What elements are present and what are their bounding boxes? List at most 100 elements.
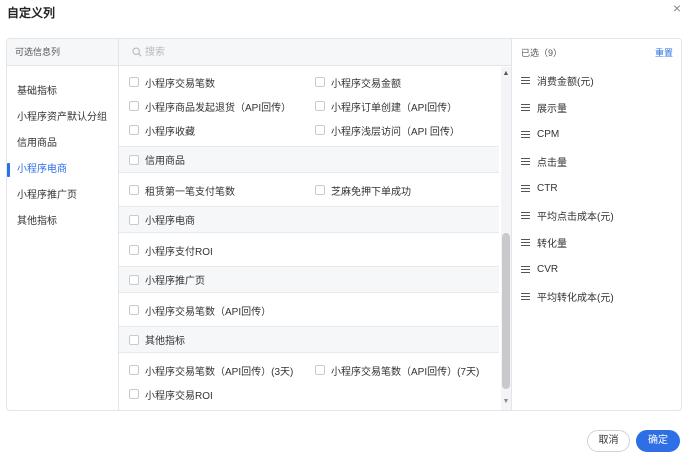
option-label: 小程序交易笔数（API回传）(3天) xyxy=(145,366,294,378)
options-section: 小程序交易笔数 小程序交易金额小程序商品发起退货（API回传） 小程序订单创建（AP… xyxy=(129,67,499,144)
checkbox[interactable] xyxy=(129,245,139,255)
option-label: 小程序交易笔数（API回传） xyxy=(145,306,272,318)
option-checkbox-item[interactable]: 芝麻免押下单成功 xyxy=(315,183,495,198)
options-column: 小程序交易笔数 小程序交易金额小程序商品发起退货（API回传） 小程序订单创建（AP… xyxy=(119,39,512,410)
drag-handle-icon[interactable] xyxy=(521,130,530,139)
selected-item-label: CVR xyxy=(537,264,559,275)
selected-item[interactable]: 消费金额(元) xyxy=(512,67,681,94)
scrollbar-thumb[interactable] xyxy=(502,233,510,389)
option-group-header[interactable]: 其他指标 xyxy=(119,326,499,353)
options-section: 小程序交易笔数（API回传）(3天) 小程序交易笔数（API回传）(7天) 小程序交… xyxy=(129,355,499,408)
group-label: 信用商品 xyxy=(145,156,185,167)
option-label: 租赁第一笔支付笔数 xyxy=(145,186,235,198)
option-group-header[interactable]: 小程序推广页 xyxy=(119,266,499,293)
vertical-scrollbar[interactable]: ▲ ▼ xyxy=(501,67,511,410)
option-checkbox-item[interactable]: 小程序收藏 xyxy=(129,123,315,138)
option-label: 芝麻免押下单成功 xyxy=(331,186,411,198)
category-item[interactable]: 信用商品 xyxy=(7,131,118,157)
option-checkbox-item[interactable]: 小程序交易金额 xyxy=(315,75,495,90)
option-row: 小程序交易笔数（API回传）(3天) 小程序交易笔数（API回传）(7天) xyxy=(129,358,499,382)
selected-list: 消费金额(元) 展示量 CPM 点击量 CTR 平均点击成本(元) 转化量 CVR 平均转化成本… xyxy=(512,66,681,310)
category-item[interactable]: 小程序资产默认分组 xyxy=(7,105,118,131)
options-grid: 小程序交易笔数 小程序交易金额小程序商品发起退货（API回传） 小程序订单创建（AP… xyxy=(119,67,499,408)
checkbox[interactable] xyxy=(315,125,325,135)
category-column: 可选信息列 基础指标 小程序资产默认分组 信用商品 小程序电商 小程序推广页 其他指标 xyxy=(7,39,119,410)
checkbox[interactable] xyxy=(315,77,325,87)
close-icon[interactable]: × xyxy=(670,1,684,15)
checkbox[interactable] xyxy=(129,305,139,315)
drag-handle-icon[interactable] xyxy=(521,157,530,166)
confirm-button[interactable]: 确定 xyxy=(636,430,680,452)
checkbox[interactable] xyxy=(129,365,139,375)
selected-item[interactable]: 展示量 xyxy=(512,94,681,121)
drag-handle-icon[interactable] xyxy=(521,211,530,220)
search-icon xyxy=(132,47,142,57)
dialog-title: 自定义列 xyxy=(7,6,56,20)
selected-item-label: CPM xyxy=(537,129,560,140)
selected-item[interactable]: 平均点击成本(元) xyxy=(512,202,681,229)
drag-handle-icon[interactable] xyxy=(521,103,530,112)
checkbox[interactable] xyxy=(315,101,325,111)
checkbox[interactable] xyxy=(315,365,325,375)
search-input[interactable] xyxy=(145,43,405,61)
option-checkbox-item[interactable]: 小程序交易ROI xyxy=(129,387,315,402)
option-checkbox-item[interactable]: 小程序支付ROI xyxy=(129,243,315,258)
checkbox[interactable] xyxy=(129,125,139,135)
reset-link[interactable]: 重置 xyxy=(655,46,673,59)
option-label: 小程序浅层访问（API 回传） xyxy=(331,126,460,138)
option-label: 小程序商品发起退货（API回传） xyxy=(145,102,292,114)
selected-item[interactable]: CVR xyxy=(512,256,681,283)
group-label: 小程序电商 xyxy=(145,216,195,227)
cancel-button[interactable]: 取消 xyxy=(587,430,630,452)
checkbox[interactable] xyxy=(129,77,139,87)
option-row: 小程序交易笔数（API回传） xyxy=(129,298,499,322)
selected-item[interactable]: 平均转化成本(元) xyxy=(512,283,681,310)
group-checkbox[interactable] xyxy=(129,334,139,345)
group-label: 其他指标 xyxy=(145,336,185,347)
group-checkbox[interactable] xyxy=(129,274,139,285)
scroll-up-arrow-icon[interactable]: ▲ xyxy=(501,69,511,79)
option-checkbox-item[interactable]: 小程序浅层访问（API 回传） xyxy=(315,123,495,138)
selected-item[interactable]: CTR xyxy=(512,175,681,202)
option-row: 小程序商品发起退货（API回传） 小程序订单创建（API回传） xyxy=(129,94,499,118)
scroll-down-arrow-icon[interactable]: ▼ xyxy=(501,397,511,407)
checkbox[interactable] xyxy=(315,185,325,195)
option-checkbox-item[interactable]: 小程序商品发起退货（API回传） xyxy=(129,99,315,114)
selected-item[interactable]: 点击量 xyxy=(512,148,681,175)
selected-item[interactable]: 转化量 xyxy=(512,229,681,256)
option-row: 小程序交易ROI xyxy=(129,382,499,406)
option-checkbox-item[interactable]: 小程序交易笔数（API回传）(3天) xyxy=(129,363,315,378)
drag-handle-icon[interactable] xyxy=(521,76,530,85)
option-row: 小程序支付ROI xyxy=(129,238,499,262)
category-item[interactable]: 小程序推广页 xyxy=(7,183,118,209)
option-label: 小程序支付ROI xyxy=(145,246,213,258)
drag-handle-icon[interactable] xyxy=(521,265,530,274)
option-checkbox-item[interactable]: 小程序订单创建（API回传） xyxy=(315,99,495,114)
checkbox[interactable] xyxy=(129,185,139,195)
category-item[interactable]: 小程序电商 xyxy=(7,157,118,183)
selected-item-label: 展示量 xyxy=(537,104,567,115)
selected-item[interactable]: CPM xyxy=(512,121,681,148)
selected-column: 已选（9） 重置 消费金额(元) 展示量 CPM 点击量 CTR 平均点击成本(元) 转化量… xyxy=(512,39,681,410)
category-item[interactable]: 其他指标 xyxy=(7,209,118,235)
drag-handle-icon[interactable] xyxy=(521,292,530,301)
drag-handle-icon[interactable] xyxy=(521,238,530,247)
selected-item-label: 转化量 xyxy=(537,239,567,250)
group-checkbox[interactable] xyxy=(129,154,139,165)
option-checkbox-item[interactable]: 租赁第一笔支付笔数 xyxy=(129,183,315,198)
option-group-header[interactable]: 小程序电商 xyxy=(119,206,499,233)
drag-handle-icon[interactable] xyxy=(521,184,530,193)
option-checkbox-item[interactable]: 小程序交易笔数（API回传）(7天) xyxy=(315,363,495,378)
checkbox[interactable] xyxy=(129,389,139,399)
checkbox[interactable] xyxy=(129,101,139,111)
option-label: 小程序收藏 xyxy=(145,126,195,138)
option-label: 小程序订单创建（API回传） xyxy=(331,102,458,114)
selected-item-label: CTR xyxy=(537,183,558,194)
group-label: 小程序推广页 xyxy=(145,276,205,287)
option-checkbox-item[interactable]: 小程序交易笔数（API回传） xyxy=(129,303,315,318)
option-group-header[interactable]: 信用商品 xyxy=(119,146,499,173)
group-checkbox[interactable] xyxy=(129,214,139,225)
category-item[interactable]: 基础指标 xyxy=(7,79,118,105)
option-checkbox-item[interactable]: 小程序交易笔数 xyxy=(129,75,315,90)
option-label: 小程序交易金额 xyxy=(331,78,401,90)
